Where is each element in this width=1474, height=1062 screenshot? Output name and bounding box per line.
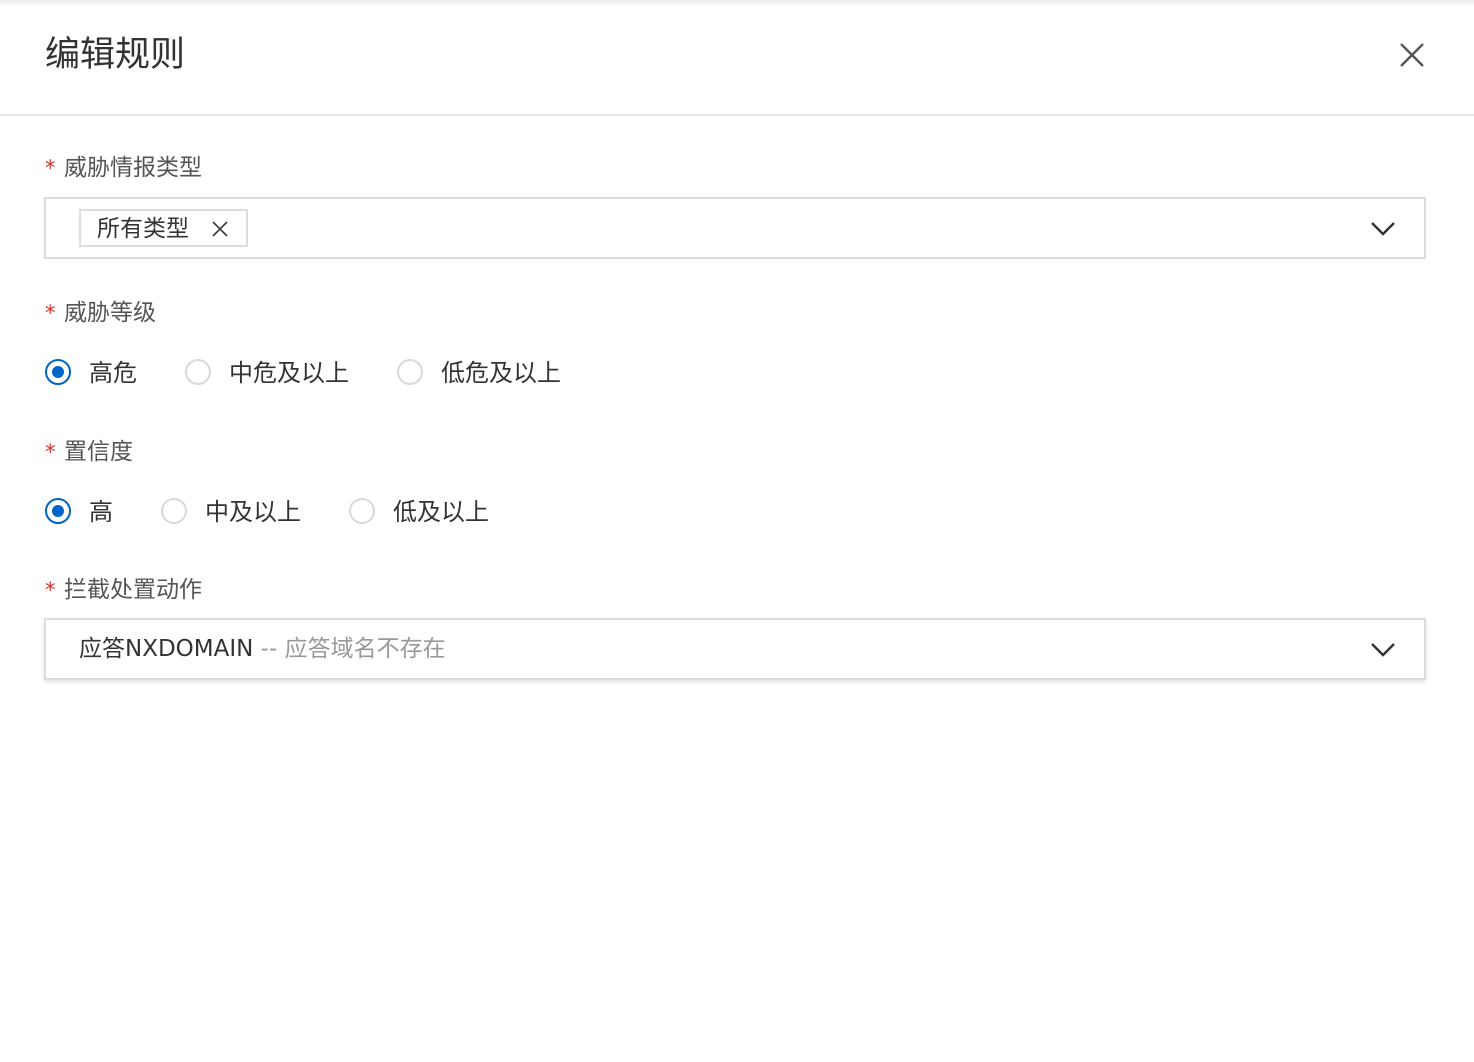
radio-label: 中及以上: [205, 498, 301, 526]
threat-type-label: * 威胁情报类型: [45, 152, 202, 184]
tag-label: 所有类型: [97, 216, 189, 242]
radio-circle: [185, 359, 211, 385]
threat-level-label: * 威胁等级: [45, 297, 156, 329]
radio-circle: [397, 359, 423, 385]
required-mark: *: [45, 156, 56, 180]
radio-label: 低危及以上: [441, 359, 561, 387]
required-mark: *: [45, 440, 56, 464]
chevron-down-icon: [1371, 222, 1395, 236]
required-mark: *: [45, 301, 56, 325]
threat-type-select[interactable]: 所有类型: [44, 197, 1426, 259]
close-icon: [1400, 43, 1424, 67]
radio-label: 中危及以上: [229, 359, 349, 387]
radio-label: 低及以上: [393, 498, 489, 526]
chevron-down-icon: [1371, 643, 1395, 657]
block-action-label-text: 拦截处置动作: [64, 577, 202, 603]
dialog-header: 编辑规则: [0, 0, 1474, 116]
selected-value-main: 应答NXDOMAIN: [79, 636, 254, 662]
radio-circle: [349, 498, 375, 524]
radio-confidence-high[interactable]: 高: [45, 496, 135, 528]
selected-value-description: -- 应答域名不存在: [253, 636, 446, 662]
dialog-title: 编辑规则: [45, 35, 186, 75]
tag-remove-button[interactable]: [211, 220, 229, 238]
radio-label: 高: [89, 498, 113, 526]
radio-threat-level-high[interactable]: 高危: [45, 357, 155, 389]
block-action-label: * 拦截处置动作: [45, 574, 202, 606]
radio-confidence-low-up[interactable]: 低及以上: [349, 496, 499, 528]
threat-level-label-text: 威胁等级: [64, 300, 156, 326]
radio-label: 高危: [89, 359, 137, 387]
selected-tag: 所有类型: [79, 209, 248, 247]
radio-threat-level-medium-up[interactable]: 中危及以上: [185, 357, 365, 389]
confidence-label: * 置信度: [45, 436, 133, 468]
block-action-select[interactable]: 应答NXDOMAIN -- 应答域名不存在: [44, 618, 1426, 680]
close-button[interactable]: [1393, 36, 1431, 74]
radio-circle: [161, 498, 187, 524]
radio-circle: [45, 359, 71, 385]
close-icon: [212, 221, 228, 237]
threat-type-label-text: 威胁情报类型: [64, 155, 202, 181]
confidence-label-text: 置信度: [64, 439, 133, 465]
selected-value: 应答NXDOMAIN -- 应答域名不存在: [79, 633, 446, 665]
radio-circle: [45, 498, 71, 524]
required-mark: *: [45, 578, 56, 602]
radio-threat-level-low-up[interactable]: 低危及以上: [397, 357, 577, 389]
radio-confidence-medium-up[interactable]: 中及以上: [161, 496, 311, 528]
